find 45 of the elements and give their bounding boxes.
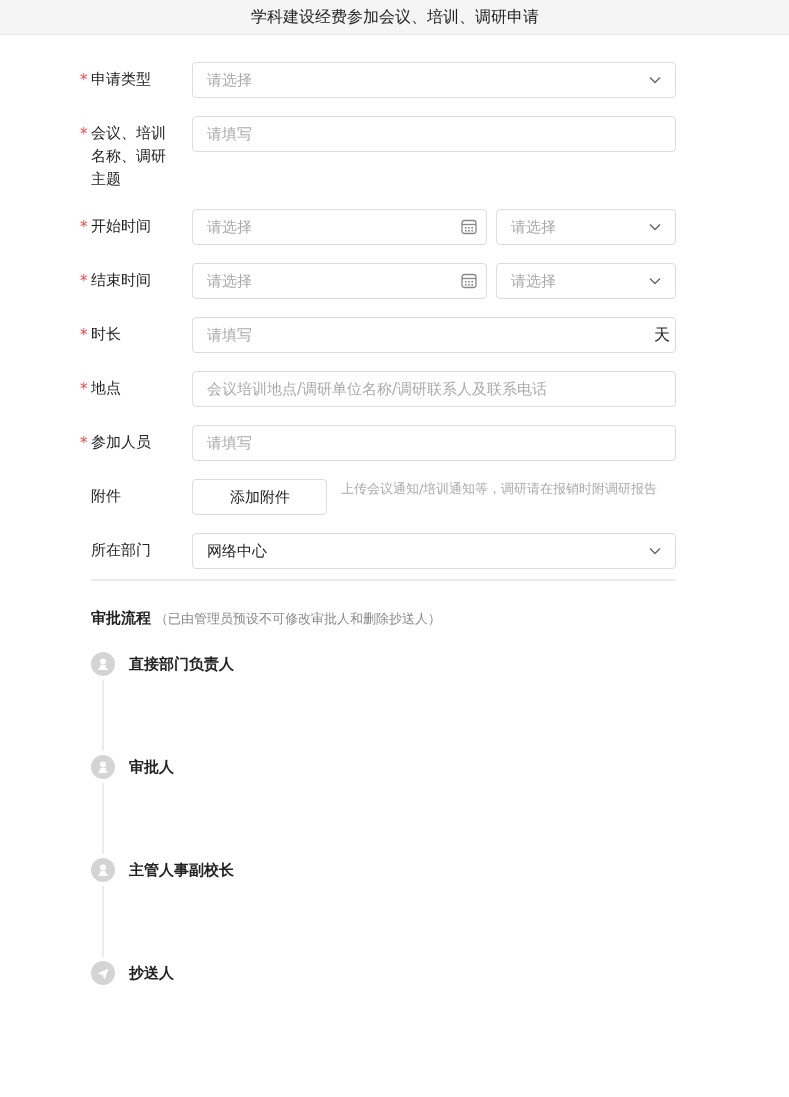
- select-field[interactable]: 网络中心: [192, 533, 676, 569]
- text-field[interactable]: 请填写: [192, 116, 676, 152]
- time-select-field[interactable]: 请选择: [496, 263, 676, 299]
- unit-label: 天: [654, 325, 670, 345]
- select-field[interactable]: 请选择: [192, 62, 676, 98]
- required-asterisk: *: [80, 124, 89, 145]
- chevron-down-icon: [649, 223, 661, 231]
- calendar-icon: [461, 219, 477, 235]
- required-asterisk: *: [80, 70, 89, 91]
- field-label: 附件: [91, 486, 122, 507]
- required-asterisk: *: [80, 271, 89, 292]
- person-icon: [91, 858, 115, 882]
- chevron-down-icon: [649, 277, 661, 285]
- required-asterisk: *: [80, 379, 89, 400]
- date-field[interactable]: 请选择: [192, 209, 487, 245]
- step-name: 直接部门负责人: [129, 654, 234, 675]
- field-label: 地点: [91, 378, 122, 399]
- field-label: 所在部门: [91, 540, 152, 561]
- field-label: 参加人员: [91, 432, 152, 453]
- field-label: 开始时间: [91, 216, 152, 237]
- step-name: 抄送人: [129, 963, 174, 984]
- chevron-down-icon: [649, 547, 661, 555]
- field-label: 申请类型: [91, 69, 152, 90]
- date-field[interactable]: 请选择: [192, 263, 487, 299]
- add-attachment-button[interactable]: 添加附件: [192, 479, 327, 515]
- section-title: 审批流程: [91, 609, 151, 628]
- person-icon: [91, 652, 115, 676]
- field-label: 时长: [91, 324, 122, 345]
- upload-hint: 上传会议通知/培训通知等，调研请在报销时附调研报告: [341, 480, 658, 498]
- section-note: （已由管理员预设不可修改审批人和删除抄送人）: [155, 610, 441, 628]
- required-asterisk: *: [80, 433, 89, 454]
- page-title: 学科建设经费参加会议、培训、调研申请: [250, 6, 539, 28]
- field-label: 结束时间: [91, 270, 152, 291]
- time-select-field[interactable]: 请选择: [496, 209, 676, 245]
- send-icon: [91, 961, 115, 985]
- person-icon: [91, 755, 115, 779]
- step-name: 审批人: [129, 757, 174, 778]
- text-field[interactable]: 请填写: [192, 425, 676, 461]
- step-name: 主管人事副校长: [129, 860, 234, 881]
- text-field[interactable]: 会议培训地点/调研单位名称/调研联系人及联系电话: [192, 371, 676, 407]
- calendar-icon: [461, 273, 477, 289]
- field-label: 会议、培训名称、调研主题: [91, 123, 167, 190]
- required-asterisk: *: [80, 325, 89, 346]
- required-asterisk: *: [80, 217, 89, 238]
- chevron-down-icon: [649, 76, 661, 84]
